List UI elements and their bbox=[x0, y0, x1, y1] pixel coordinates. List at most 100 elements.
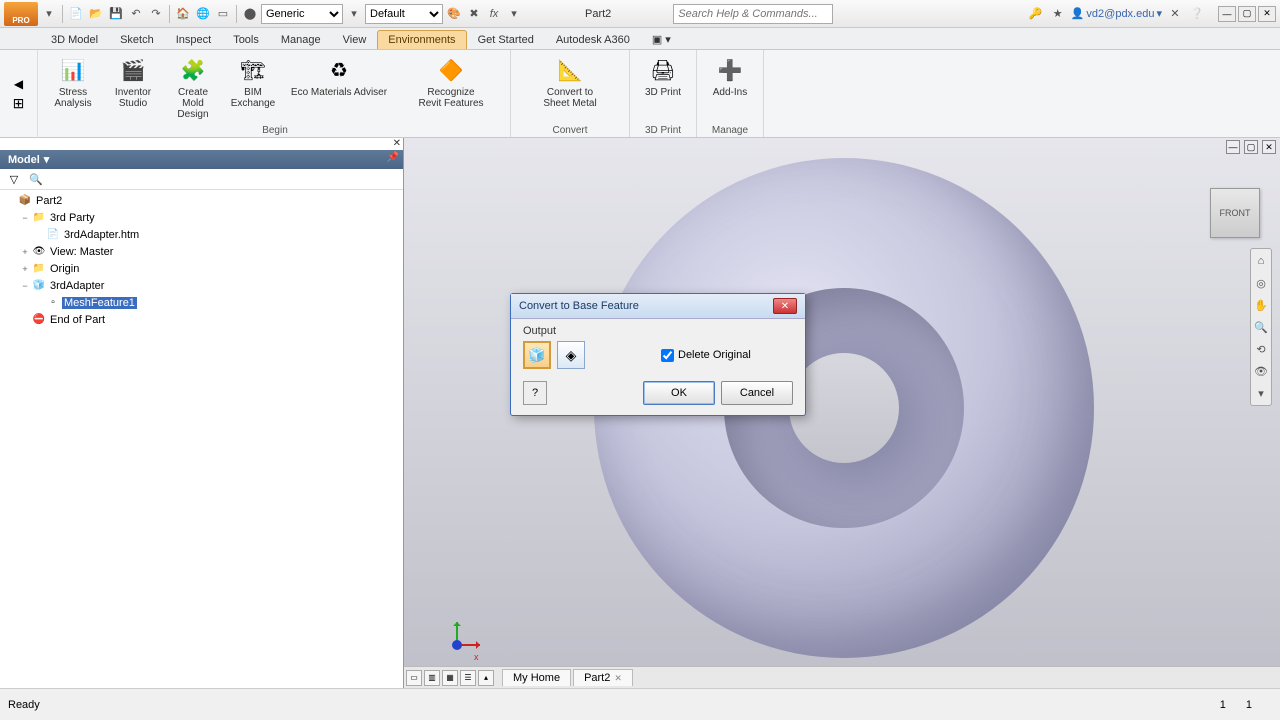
minimize-button[interactable]: — bbox=[1218, 6, 1236, 22]
team-web-icon[interactable]: 🌐 bbox=[194, 5, 212, 23]
nav-lookat-icon[interactable]: 👁 bbox=[1253, 363, 1269, 379]
node-icon: 📄 bbox=[46, 228, 60, 242]
marking-menu-strip[interactable]: ◀ ⊞ bbox=[0, 50, 38, 138]
inventor-studio-button[interactable]: 🎬InventorStudio bbox=[104, 52, 162, 122]
tab-3d-model[interactable]: 3D Model bbox=[40, 30, 109, 49]
redo-icon[interactable]: ↷ bbox=[147, 5, 165, 23]
undo-icon[interactable]: ↶ bbox=[127, 5, 145, 23]
expand-icon[interactable]: + bbox=[20, 247, 30, 257]
tab-sketch[interactable]: Sketch bbox=[109, 30, 165, 49]
tab-environments[interactable]: Environments bbox=[377, 30, 466, 49]
maximize-button[interactable]: ▢ bbox=[1238, 6, 1256, 22]
doc-tab-part2[interactable]: Part2 ✕ bbox=[573, 669, 633, 686]
doc-tab-my-home[interactable]: My Home bbox=[502, 669, 571, 686]
ribbon-appearance-menu[interactable]: ▣ ▾ bbox=[641, 29, 682, 49]
filter-icon[interactable]: ▽ bbox=[6, 171, 22, 187]
tree-node[interactable]: −🧊3rdAdapter bbox=[6, 277, 403, 294]
user-menu[interactable]: 👤vd2@pdx.edu▾ bbox=[1071, 7, 1162, 20]
material-icon[interactable]: ⬤ bbox=[241, 5, 259, 23]
dialog-help-button[interactable]: ? bbox=[523, 381, 547, 405]
tab-inspect[interactable]: Inspect bbox=[165, 30, 222, 49]
tab-close-icon[interactable]: ✕ bbox=[614, 673, 622, 684]
tree-node[interactable]: 📄3rdAdapter.htm bbox=[6, 226, 403, 243]
viewport-list-icon[interactable]: ☰ bbox=[460, 670, 476, 686]
appearance-clear-icon[interactable]: ✖ bbox=[465, 5, 483, 23]
tab-get-started[interactable]: Get Started bbox=[467, 30, 545, 49]
browser-header[interactable]: Model ▾ bbox=[0, 150, 403, 169]
tree-node[interactable]: +📁Origin bbox=[6, 260, 403, 277]
3d-print-button[interactable]: 🖨3D Print bbox=[634, 52, 692, 100]
ribbon-icon: ♻ bbox=[323, 54, 355, 86]
qat-dropdown-icon[interactable]: ▾ bbox=[40, 5, 58, 23]
signin-menu-icon[interactable]: 🔑 bbox=[1027, 5, 1045, 23]
browser-pin-icon[interactable]: 📌 bbox=[387, 152, 399, 163]
view-cube[interactable]: FRONT bbox=[1210, 188, 1260, 238]
expand-icon[interactable]: − bbox=[20, 281, 30, 291]
appearance-icon[interactable]: ▾ bbox=[345, 5, 363, 23]
tree-node[interactable]: −📁3rd Party bbox=[6, 209, 403, 226]
app-logo[interactable]: PRO bbox=[4, 2, 38, 26]
tab-manage[interactable]: Manage bbox=[270, 30, 332, 49]
nav-home-icon[interactable]: ⌂ bbox=[1253, 253, 1269, 269]
cancel-button[interactable]: Cancel bbox=[721, 381, 793, 405]
delete-original-checkbox[interactable]: Delete Original bbox=[661, 349, 751, 362]
expand-icon[interactable]: − bbox=[20, 213, 30, 223]
bim-exchange-button[interactable]: 🏗BIMExchange bbox=[224, 52, 282, 122]
viewport[interactable]: — ▢ ✕ x FRONT ⌂ ◎ ✋ 🔍 ⟲ 👁 ▾ C bbox=[404, 138, 1280, 688]
stress-analysis-button[interactable]: 📊StressAnalysis bbox=[44, 52, 102, 122]
ok-button[interactable]: OK bbox=[643, 381, 715, 405]
tree-node[interactable]: ⛔End of Part bbox=[6, 311, 403, 328]
viewport-two-icon[interactable]: ▥ bbox=[424, 670, 440, 686]
view-close-icon[interactable]: ✕ bbox=[1262, 140, 1276, 154]
find-icon[interactable]: 🔍 bbox=[28, 171, 44, 187]
node-icon: ⛔ bbox=[32, 313, 46, 327]
tree-node[interactable]: ▫MeshFeature1 bbox=[6, 294, 403, 311]
view-max-icon[interactable]: ▢ bbox=[1244, 140, 1258, 154]
tab-tools[interactable]: Tools bbox=[222, 30, 270, 49]
tree-node[interactable]: +👁View: Master bbox=[6, 243, 403, 260]
node-icon: 📦 bbox=[18, 194, 32, 208]
tab-autodesk-a360[interactable]: Autodesk A360 bbox=[545, 30, 641, 49]
appearance-adjust-icon[interactable]: 🎨 bbox=[445, 5, 463, 23]
output-solid-button[interactable]: 🧊 bbox=[523, 341, 551, 369]
close-button[interactable]: ✕ bbox=[1258, 6, 1276, 22]
appearance-dropdown[interactable]: Default bbox=[365, 4, 443, 24]
delete-original-input[interactable] bbox=[661, 349, 674, 362]
expand-icon[interactable]: + bbox=[20, 264, 30, 274]
exchange-icon[interactable]: ✕ bbox=[1166, 5, 1184, 23]
nav-pan-icon[interactable]: ✋ bbox=[1253, 297, 1269, 313]
browser-close-icon[interactable]: ✕ bbox=[393, 138, 401, 149]
viewport-more-icon[interactable]: ▴ bbox=[478, 670, 494, 686]
dialog-close-button[interactable]: ✕ bbox=[773, 298, 797, 314]
dialog-titlebar[interactable]: Convert to Base Feature ✕ bbox=[511, 294, 805, 319]
new-icon[interactable]: 📄 bbox=[67, 5, 85, 23]
viewport-four-icon[interactable]: ▦ bbox=[442, 670, 458, 686]
add-ins-button[interactable]: ➕Add-Ins bbox=[701, 52, 759, 100]
create-mold-design-button[interactable]: 🧩CreateMold Design bbox=[164, 52, 222, 122]
fx-icon[interactable]: fx bbox=[485, 5, 503, 23]
nav-zoom-icon[interactable]: 🔍 bbox=[1253, 319, 1269, 335]
material-dropdown[interactable]: Generic bbox=[261, 4, 343, 24]
search-input[interactable] bbox=[673, 4, 833, 24]
eco-materials-adviser-button[interactable]: ♻Eco Materials Adviser bbox=[284, 52, 394, 122]
save-icon[interactable]: 💾 bbox=[107, 5, 125, 23]
view-min-icon[interactable]: — bbox=[1226, 140, 1240, 154]
tab-view[interactable]: View bbox=[332, 30, 378, 49]
nav-wheel-icon[interactable]: ◎ bbox=[1253, 275, 1269, 291]
output-surface-button[interactable]: ◈ bbox=[557, 341, 585, 369]
chevron-down-icon: ▾ bbox=[44, 153, 50, 166]
navigation-bar: ⌂ ◎ ✋ 🔍 ⟲ 👁 ▾ bbox=[1250, 248, 1272, 406]
status-bar: Ready 1 1 bbox=[0, 688, 1280, 720]
select-icon[interactable]: ▭ bbox=[214, 5, 232, 23]
home-icon[interactable]: 🏠 bbox=[174, 5, 192, 23]
nav-more-icon[interactable]: ▾ bbox=[1253, 385, 1269, 401]
viewport-single-icon[interactable]: ▭ bbox=[406, 670, 422, 686]
open-icon[interactable]: 📂 bbox=[87, 5, 105, 23]
recognize-revit-features-button[interactable]: 🔶RecognizeRevit Features bbox=[396, 52, 506, 122]
convert-to-sheet-metal-button[interactable]: 📐Convert toSheet Metal bbox=[515, 52, 625, 111]
qat-more-icon[interactable]: ▾ bbox=[505, 5, 523, 23]
help-icon[interactable]: ❔ bbox=[1188, 5, 1206, 23]
nav-orbit-icon[interactable]: ⟲ bbox=[1253, 341, 1269, 357]
star-icon[interactable]: ★ bbox=[1049, 5, 1067, 23]
tree-node[interactable]: 📦Part2 bbox=[6, 192, 403, 209]
